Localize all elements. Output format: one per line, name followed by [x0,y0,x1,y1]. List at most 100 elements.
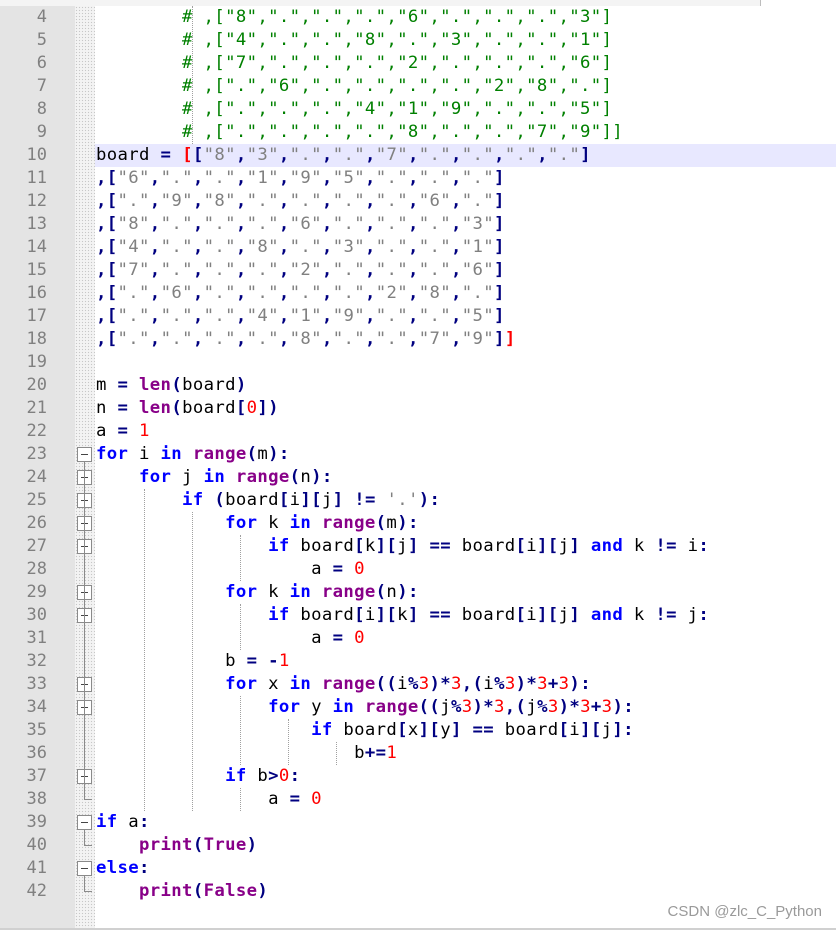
token-brk: ( [246,444,258,464]
line-number: 12 [26,191,47,211]
code-line[interactable]: 42 print(False) [0,880,836,903]
token-str: "." [547,145,581,165]
token-str: "6" [117,168,150,188]
line-number: 35 [26,720,47,740]
token-op: , [504,697,516,717]
code-line[interactable]: 35 if board[x][y] == board[i][j]: [0,719,836,742]
token-brk: ) [397,582,408,602]
token-brk: ( [289,467,301,487]
code-line[interactable]: 36 b+=1 [0,742,836,765]
code-line[interactable]: 29 for k in range(n): [0,581,836,604]
line-number: 10 [26,145,47,165]
token-txt: i [128,444,161,464]
code-line[interactable]: 37 if b>0: [0,765,836,788]
token-txt: board [96,145,161,165]
token-op: , [96,283,107,303]
token-op: = [332,559,344,579]
code-line[interactable]: 24 for j in range(n): [0,466,836,489]
token-txt: board [450,536,516,556]
token-op: + [590,697,602,717]
code-text: # ,[".",".",".","4","1","9",".",".","5"] [96,98,612,121]
token-op: , [96,237,107,257]
code-line[interactable]: 39 if a: [0,811,836,834]
code-line[interactable]: 33 for x in range((i%3)*3,(i%3)*3+3): [0,673,836,696]
code-line[interactable]: 41 else: [0,857,836,880]
token-brk: ] [569,536,581,556]
token-brk: ) [515,674,527,694]
token-kw: for [225,582,258,602]
code-line[interactable]: 22 a = 1 [0,420,836,443]
code-editor[interactable]: 4 # ,["8",".",".",".","6",".",".",".","3… [0,6,836,928]
token-op: * [569,697,581,717]
code-line[interactable]: 38 a = 0 [0,788,836,811]
token-str: "." [117,191,150,211]
line-number: 5 [36,30,47,50]
code-line[interactable]: 30 if board[i][k] == board[i][j] and k !… [0,604,836,627]
fold-end [84,845,92,846]
token-txt: x [257,674,290,694]
token-brk: ) [268,444,279,464]
code-line[interactable]: 28 a = 0 [0,558,836,581]
token-kw: for [268,697,301,717]
code-line[interactable]: 6 # ,["7",".",".",".","2",".",".",".","6… [0,52,836,75]
token-txt: j [526,697,538,717]
code-line[interactable]: 32 b = -1 [0,650,836,673]
token-brk: ][ [375,536,398,556]
token-txt: m [96,375,118,395]
token-bi: print [139,835,193,855]
code-line[interactable]: 27 if board[k][j] == board[i][j] and k !… [0,535,836,558]
token-num: 0 [354,559,365,579]
token-op: != [655,605,677,625]
token-op: , [149,237,161,257]
code-line[interactable]: 31 a = 0 [0,627,836,650]
code-line[interactable]: 34 for y in range((j%3)*3,(j%3)*3+3): [0,696,836,719]
token-txt: i [483,674,495,694]
token-brk: [ [515,536,527,556]
token-brk: ] [407,536,419,556]
code-line[interactable]: 8 # ,[".",".",".","4","1","9",".",".","5… [0,98,836,121]
token-txt: j [558,536,570,556]
token-str: "." [160,306,193,326]
token-txt: board [182,375,236,395]
token-bi: range [192,444,247,464]
code-line[interactable]: 21 n = len(board[0]) [0,397,836,420]
code-line[interactable]: 7 # ,[".","6",".",".",".",".","2","8",".… [0,75,836,98]
line-number: 24 [26,467,47,487]
code-line[interactable]: 4 # ,["8",".",".",".","6",".",".",".","3… [0,6,836,29]
token-brk: ][ [300,490,322,510]
token-brk: (( [375,674,398,694]
token-str: "7" [117,260,150,280]
code-line[interactable]: 23 for i in range(m): [0,443,836,466]
fold-toggle-icon[interactable] [77,861,92,876]
token-op: != [655,536,677,556]
line-number: 37 [26,766,47,786]
token-num: 0 [354,628,365,648]
code-line[interactable]: 9 # ,[".",".",".",".","8",".",".","7","9… [0,121,836,144]
code-line[interactable]: 19 [0,351,836,374]
token-brk: [ [106,237,118,257]
token-txt: a [311,559,333,579]
fold-toggle-icon[interactable] [77,447,92,462]
token-txt: j [321,490,333,510]
token-op: : [407,582,419,602]
code-line[interactable]: 20 m = len(board) [0,374,836,397]
token-brk: ) [569,674,581,694]
token-cmt: # ,["8",".",".",".","6",".",".",".","3"] [182,7,613,27]
code-line[interactable]: 5 # ,["4",".",".","8",".","3",".",".","1… [0,29,836,52]
code-line[interactable]: 26 for k in range(m): [0,512,836,535]
fold-toggle-icon[interactable] [77,815,92,830]
token-txt: n [300,467,312,487]
code-line[interactable]: 25 if (board[i][j] != '.'): [0,489,836,512]
code-text: if board[k][j] == board[i][j] and k != i… [96,535,709,558]
token-op: += [364,743,387,763]
token-op: % [407,674,419,694]
token-op: * [440,674,451,694]
code-line[interactable]: 40 print(True) [0,834,836,857]
